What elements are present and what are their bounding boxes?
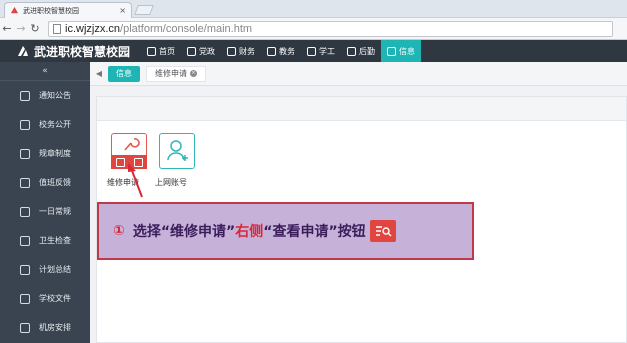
sidebar-collapse-button[interactable]: « <box>0 62 90 81</box>
sidebar-item-label: 规章制度 <box>39 149 71 158</box>
sidebar-item-daily[interactable]: 一日常规 <box>0 197 90 226</box>
grid-icon <box>20 322 30 333</box>
list-icon <box>20 148 30 159</box>
view-request-badge-icon <box>369 220 396 242</box>
nav-item-home[interactable]: 首页 <box>141 40 181 62</box>
network-account-tile[interactable] <box>159 133 195 169</box>
sidebar-item-plans[interactable]: 计划总结 <box>0 255 90 284</box>
reload-icon[interactable]: ↻ <box>28 22 42 35</box>
info-icon <box>387 46 396 56</box>
flag-icon <box>347 46 356 56</box>
wrench-icon <box>124 138 140 151</box>
browser-tab[interactable]: 武进职校智慧校园 × <box>4 2 132 18</box>
url-path: /platform/console/main.htm <box>120 22 253 35</box>
view-request-icon[interactable] <box>133 157 143 167</box>
sidebar-item-hygiene[interactable]: 卫生检查 <box>0 226 90 255</box>
browser-toolbar: ← → ↻ ic.wjzjzx.cn/platform/console/main… <box>0 18 627 40</box>
sidebar-item-label: 学校文件 <box>39 294 71 303</box>
repair-request-label: 维修申请 <box>107 178 139 187</box>
sidebar-item-label: 机房安排 <box>39 323 71 332</box>
sidebar-item-label: 通知公告 <box>39 91 71 100</box>
nav-label: 学工 <box>319 46 335 56</box>
forward-arrow-icon[interactable]: → <box>14 22 28 35</box>
user-add-icon <box>167 140 188 161</box>
sidebar-item-labs[interactable]: 机房安排 <box>0 313 90 342</box>
address-bar[interactable]: ic.wjzjzx.cn/platform/console/main.htm <box>48 20 613 37</box>
edit-request-icon[interactable] <box>115 157 125 167</box>
top-nav: 首页 党政 财务 教务 学工 后勤 信息 <box>141 40 421 62</box>
nav-item-logistics[interactable]: 后勤 <box>341 40 381 62</box>
sidebar-item-duty[interactable]: 值班反馈 <box>0 168 90 197</box>
app-header: 武进职校智慧校园 首页 党政 财务 教务 学工 后勤 信息 <box>0 40 627 62</box>
browser-tab-title: 武进职校智慧校园 <box>23 6 79 15</box>
favicon-icon <box>10 6 19 14</box>
book-icon <box>267 46 276 56</box>
nav-label: 首页 <box>159 46 175 56</box>
nav-item-students[interactable]: 学工 <box>301 40 341 62</box>
tab-info[interactable]: 信息 <box>108 65 140 82</box>
sidebar-item-label: 计划总结 <box>39 265 71 274</box>
school-logo-icon <box>18 46 28 56</box>
tab-repair-request[interactable]: 维修申请 × <box>146 65 206 82</box>
nav-item-info[interactable]: 信息 <box>381 40 421 62</box>
sidebar-item-label: 值班反馈 <box>39 178 71 187</box>
edit-icon <box>20 177 30 188</box>
tab-label: 维修申请 <box>155 69 187 78</box>
file-icon <box>20 293 30 304</box>
document-icon <box>20 119 30 130</box>
repair-action-bar <box>111 155 147 169</box>
sidebar-item-affairs[interactable]: 校务公开 <box>0 110 90 139</box>
instruction-callout: ① 选择“维修申请” 右侧 “查看申请” 按钮 <box>97 202 474 260</box>
calendar-icon <box>20 264 30 275</box>
nav-label: 后勤 <box>359 46 375 56</box>
new-tab-button[interactable] <box>134 5 154 15</box>
nav-label: 教务 <box>279 46 295 56</box>
tab-label: 信息 <box>116 69 132 78</box>
callout-text-2: 右侧 <box>235 224 264 240</box>
megaphone-icon <box>20 90 30 101</box>
nav-item-finance[interactable]: 财务 <box>221 40 261 62</box>
tab-close-icon[interactable]: × <box>119 6 126 15</box>
step-number: ① <box>113 223 125 239</box>
browser-tab-bar: 武进职校智慧校园 × <box>0 0 627 18</box>
nav-label: 党政 <box>199 46 215 56</box>
building-icon <box>187 46 196 56</box>
brand-title: 武进职校智慧校园 <box>34 44 131 59</box>
user-icon <box>307 46 316 56</box>
tabs-back-icon[interactable]: ◀ <box>90 69 108 78</box>
sidebar-item-files[interactable]: 学校文件 <box>0 284 90 313</box>
sidebar-item-label: 校务公开 <box>39 120 71 129</box>
callout-text-1: 选择“维修申请” <box>132 224 236 240</box>
nav-label: 信息 <box>399 46 415 56</box>
nav-item-party[interactable]: 党政 <box>181 40 221 62</box>
sidebar-item-label: 卫生检查 <box>39 236 71 245</box>
finance-icon <box>227 46 236 56</box>
nav-item-academic[interactable]: 教务 <box>261 40 301 62</box>
sidebar-item-rules[interactable]: 规章制度 <box>0 139 90 168</box>
clock-icon <box>20 206 30 217</box>
callout-text-4: 按钮 <box>337 224 366 240</box>
network-account-label: 上网账号 <box>155 178 187 187</box>
back-arrow-icon[interactable]: ← <box>0 22 14 35</box>
home-icon <box>147 46 156 56</box>
url-host: ic.wjzjzx.cn <box>65 22 121 35</box>
tab-close-icon[interactable]: × <box>190 70 197 77</box>
checklist-icon <box>20 235 30 246</box>
nav-label: 财务 <box>239 46 255 56</box>
sidebar: « 通知公告 校务公开 规章制度 值班反馈 一日常规 卫生检查 计划总结 学校文… <box>0 62 90 343</box>
brand[interactable]: 武进职校智慧校园 <box>0 43 141 60</box>
collapse-icon: « <box>42 66 48 76</box>
page-tabs: ◀ 信息 维修申请 × <box>90 62 627 86</box>
sidebar-item-notices[interactable]: 通知公告 <box>0 81 90 110</box>
panel-header <box>97 97 626 121</box>
page-icon <box>53 23 61 34</box>
sidebar-item-label: 一日常规 <box>39 207 71 216</box>
callout-text-3: “查看申请” <box>263 224 338 240</box>
